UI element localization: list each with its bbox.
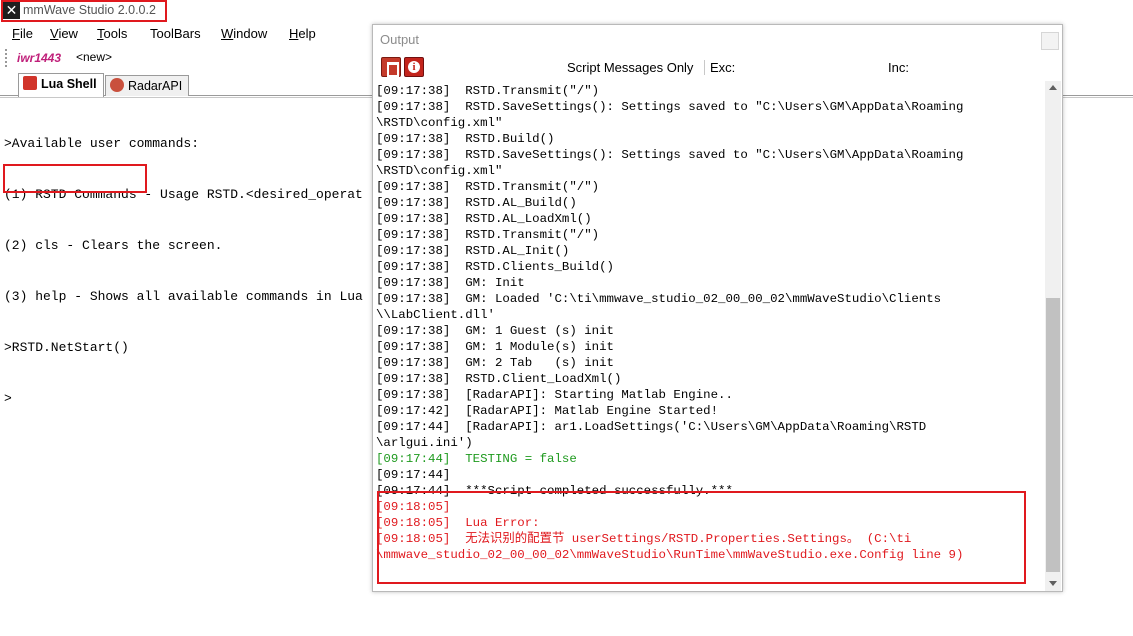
include-filter-label: Inc: bbox=[888, 60, 909, 75]
log-line: [09:17:38] GM: 2 Tab (s) init bbox=[376, 356, 614, 370]
menu-file[interactable]: File bbox=[12, 26, 33, 41]
error-highlight-box bbox=[377, 491, 1026, 584]
tab-label: RadarAPI bbox=[128, 79, 183, 93]
lua-shell-icon bbox=[23, 76, 37, 90]
log-line: [09:17:38] GM: 1 Guest (s) init bbox=[376, 324, 614, 338]
tab-radarapi[interactable]: RadarAPI bbox=[105, 75, 190, 96]
log-line: \RSTD\config.xml" bbox=[376, 116, 503, 130]
log-line: \arlgui.ini') bbox=[376, 436, 473, 450]
log-line: [09:17:38] RSTD.Transmit("/") bbox=[376, 228, 600, 242]
log-line: [09:17:38] RSTD.SaveSettings(): Settings… bbox=[376, 148, 964, 162]
menu-window[interactable]: Window bbox=[221, 26, 267, 41]
script-messages-only-toggle[interactable]: Script Messages Only bbox=[567, 60, 693, 75]
log-line: \RSTD\config.xml" bbox=[376, 164, 503, 178]
log-line: [09:17:38] RSTD.Build() bbox=[376, 132, 555, 146]
scroll-thumb[interactable] bbox=[1046, 298, 1060, 572]
vertical-scrollbar[interactable] bbox=[1045, 81, 1061, 591]
output-title: Output bbox=[380, 32, 420, 47]
close-button[interactable] bbox=[1041, 32, 1059, 50]
info-icon[interactable]: i bbox=[404, 57, 424, 77]
menu-view[interactable]: View bbox=[50, 26, 78, 41]
log-line: [09:17:38] RSTD.Client_LoadXml() bbox=[376, 372, 622, 386]
command-highlight-box bbox=[3, 164, 147, 193]
log-line: [09:17:38] GM: 1 Module(s) init bbox=[376, 340, 614, 354]
title-highlight-box bbox=[1, 0, 167, 22]
tab-lua-shell[interactable]: Lua Shell bbox=[18, 73, 104, 97]
output-toolbar: i Script Messages Only Exc: Inc: bbox=[373, 56, 1062, 80]
log-line: [09:17:38] GM: Loaded 'C:\ti\mmwave_stud… bbox=[376, 292, 942, 306]
log-line: [09:17:38] RSTD.Transmit("/") bbox=[376, 180, 600, 194]
log-line: [09:17:38] RSTD.SaveSettings(): Settings… bbox=[376, 100, 964, 114]
exclude-filter-label: Exc: bbox=[704, 60, 735, 75]
menu-toolbars[interactable]: ToolBars bbox=[150, 26, 201, 41]
shell-prompt[interactable]: > bbox=[4, 390, 363, 407]
tab-label: Lua Shell bbox=[41, 77, 97, 91]
log-line: \\LabClient.dll' bbox=[376, 308, 495, 322]
log-line: [09:17:44] [RadarAPI]: ar1.LoadSettings(… bbox=[376, 420, 927, 434]
log-line: [09:17:38] RSTD.AL_Init() bbox=[376, 244, 570, 258]
log-line: [09:17:38] [RadarAPI]: Starting Matlab E… bbox=[376, 388, 733, 402]
title-bar: ✕ mmWave Studio 2.0.0.2 bbox=[0, 0, 1133, 22]
shell-line: (3) help - Shows all available commands … bbox=[4, 289, 363, 304]
clear-log-icon[interactable] bbox=[381, 57, 401, 77]
shell-line: >Available user commands: bbox=[4, 136, 200, 151]
scroll-up-arrow-icon[interactable] bbox=[1049, 85, 1057, 90]
log-line: [09:17:38] GM: Init bbox=[376, 276, 525, 290]
device-name: iwr1443 bbox=[17, 51, 62, 65]
scroll-down-arrow-icon[interactable] bbox=[1049, 581, 1057, 586]
toolbar-grip[interactable] bbox=[5, 49, 9, 67]
log-line: [09:17:38] RSTD.Clients_Build() bbox=[376, 260, 614, 274]
output-window: Output i Script Messages Only Exc: Inc: … bbox=[372, 24, 1063, 592]
menu-tools[interactable]: Tools bbox=[97, 26, 127, 41]
log-line: [09:17:44] bbox=[376, 468, 451, 482]
log-line: [09:17:38] RSTD.AL_LoadXml() bbox=[376, 212, 592, 226]
log-line: [09:17:42] [RadarAPI]: Matlab Engine Sta… bbox=[376, 404, 719, 418]
log-line: [09:17:38] RSTD.AL_Build() bbox=[376, 196, 577, 210]
new-device-button[interactable]: <new> bbox=[70, 49, 118, 67]
log-line: [09:17:38] RSTD.Transmit("/") bbox=[376, 84, 600, 98]
menu-help[interactable]: Help bbox=[289, 26, 316, 41]
log-line: [09:17:44] TESTING = false bbox=[376, 452, 577, 466]
shell-line: >RSTD.NetStart() bbox=[4, 340, 129, 355]
radar-icon bbox=[110, 78, 124, 92]
shell-line: (2) cls - Clears the screen. bbox=[4, 238, 223, 253]
